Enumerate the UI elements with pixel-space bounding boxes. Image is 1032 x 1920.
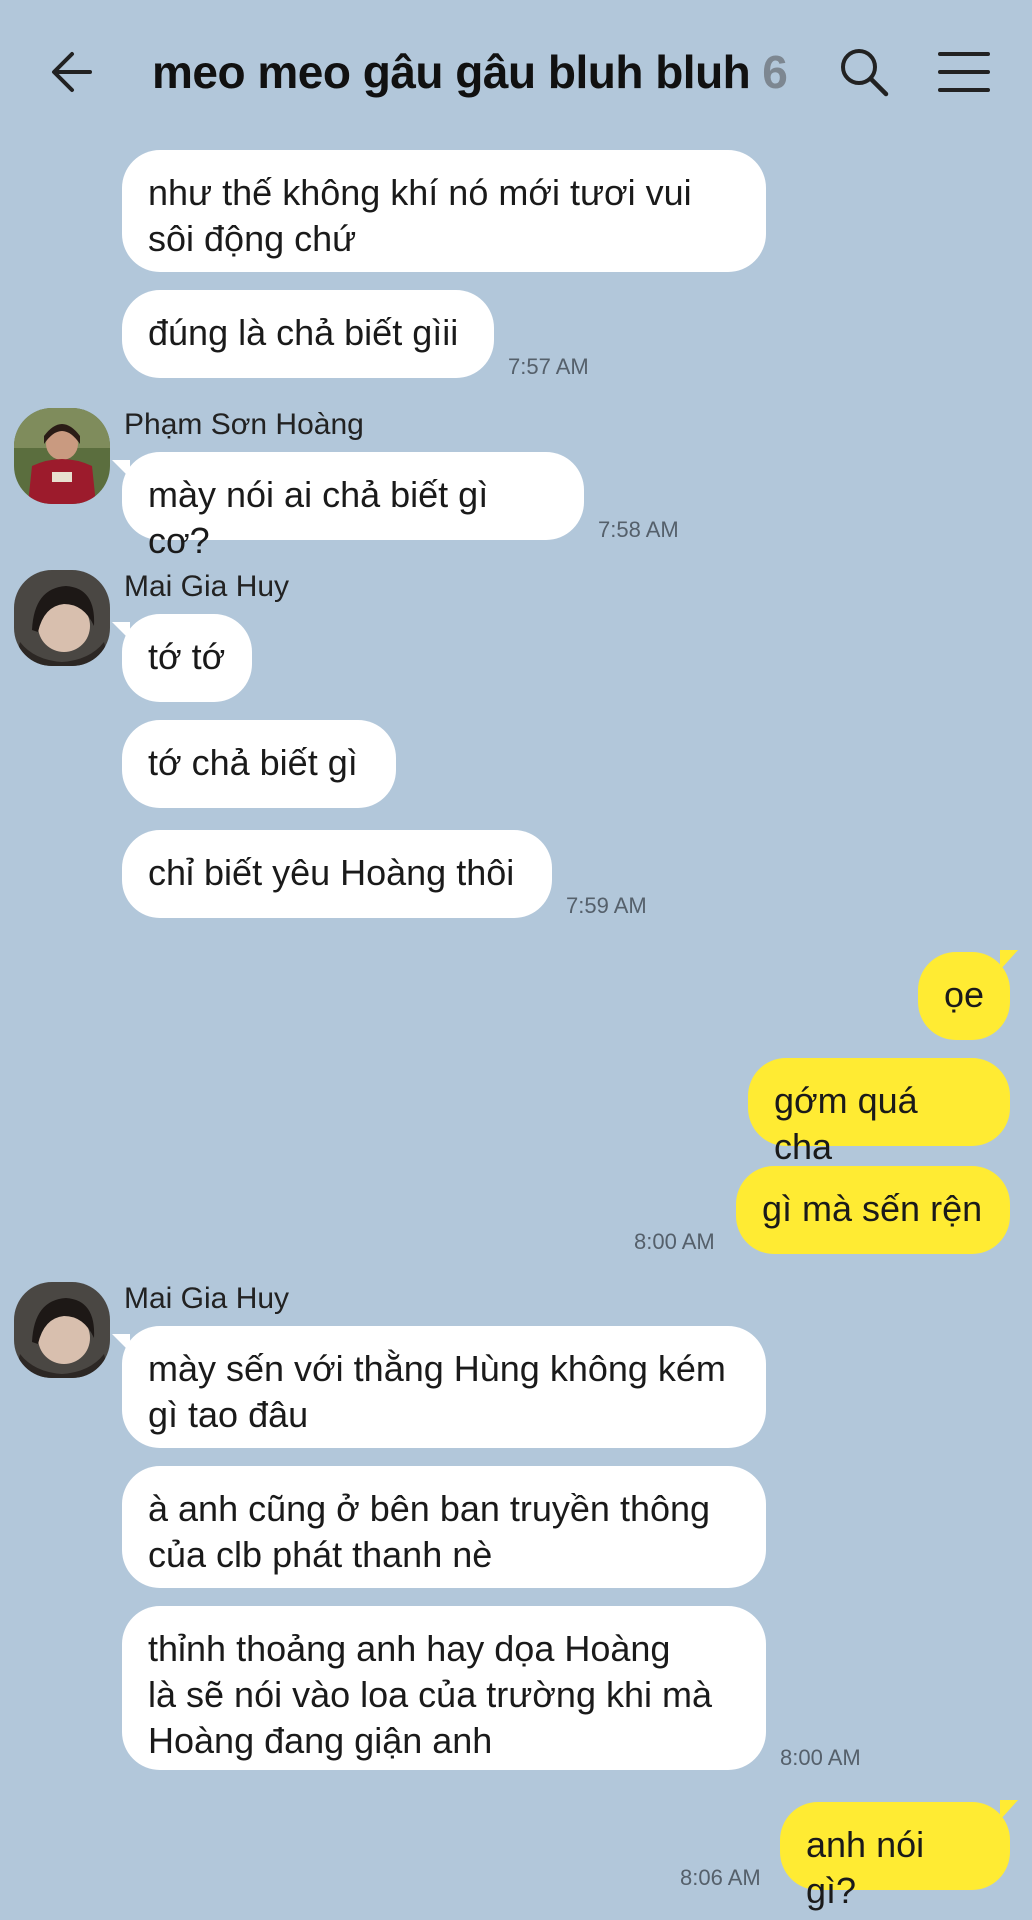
message-bubble[interactable]: tớ chả biết gì: [122, 720, 396, 808]
message-bubble[interactable]: như thế không khí nó mới tươi vui sôi độ…: [122, 150, 766, 272]
avatar[interactable]: [14, 570, 110, 666]
bubble-tail: [1000, 950, 1018, 970]
sender-name: Phạm Sơn Hoàng: [124, 408, 364, 441]
menu-button[interactable]: [934, 44, 994, 100]
bubble-tail: [1000, 1800, 1018, 1820]
avatar-image: [14, 408, 110, 504]
message-bubble[interactable]: đúng là chả biết gìii: [122, 290, 494, 378]
chat-name: meo meo gâu gâu bluh bluh: [152, 46, 751, 98]
message-bubble[interactable]: thỉnh thoảng anh hay dọa Hoàng là sẽ nói…: [122, 1606, 766, 1770]
message-timestamp: 7:57 AM: [508, 354, 589, 379]
my-message-bubble[interactable]: gớm quá cha: [748, 1058, 1010, 1167]
my-message-bubble[interactable]: gì mà sến rện: [736, 1166, 1010, 1254]
message-timestamp: 7:58 AM: [598, 517, 679, 542]
avatar[interactable]: [14, 1282, 110, 1378]
sender-name: Mai Gia Huy: [124, 1282, 290, 1315]
avatar-image: [14, 570, 110, 666]
my-message-bubble[interactable]: ọe: [918, 952, 1010, 1040]
hamburger-menu-icon: [938, 52, 990, 92]
message-timestamp: 8:00 AM: [780, 1745, 861, 1770]
message-bubble[interactable]: à anh cũng ở bên ban truyền thông của cl…: [122, 1466, 766, 1588]
message-bubble[interactable]: chỉ biết yêu Hoàng thôi: [122, 830, 552, 918]
avatar[interactable]: [14, 408, 110, 504]
avatar-image: [14, 1282, 110, 1378]
member-count: 6: [762, 46, 788, 98]
my-message-bubble[interactable]: anh nói gì?: [780, 1802, 1010, 1911]
search-button[interactable]: [836, 44, 892, 100]
search-icon: [841, 49, 889, 97]
arrow-left-icon: [52, 52, 92, 92]
back-button[interactable]: [46, 44, 102, 100]
message-timestamp: 7:59 AM: [566, 893, 647, 918]
chat-header: meo meo gâu gâu bluh bluh 6: [0, 0, 1032, 140]
message-bubble[interactable]: mày nói ai chả biết gì cơ?: [122, 452, 584, 561]
message-timestamp: 8:06 AM: [680, 1865, 761, 1890]
message-bubble[interactable]: mày sến với thằng Hùng không kém gì tao …: [122, 1326, 766, 1448]
chat-title: meo meo gâu gâu bluh bluh 6: [152, 44, 788, 100]
message-bubble[interactable]: tớ tớ: [122, 614, 252, 702]
message-timestamp: 8:00 AM: [634, 1229, 715, 1254]
sender-name: Mai Gia Huy: [124, 570, 290, 603]
